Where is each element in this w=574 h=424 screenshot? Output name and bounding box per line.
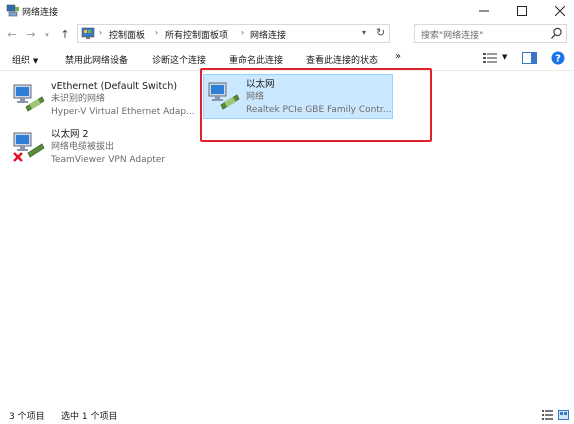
svg-text:?: ? — [555, 54, 561, 65]
forward-arrow-icon[interactable]: → — [24, 26, 38, 42]
breadcrumb-separator-icon: › — [155, 28, 159, 37]
breadcrumb-network-connections[interactable]: 网络连接 — [250, 28, 286, 41]
up-arrow-icon[interactable]: ↑ — [58, 26, 72, 42]
network-adapter-disconnected-icon — [13, 132, 45, 162]
window-title: 网络连接 — [22, 8, 59, 18]
breadcrumb-control-panel[interactable]: 控制面板 — [109, 28, 145, 41]
rename-connection-button[interactable]: 重命名此连接 — [229, 53, 283, 66]
connection-device: TeamViewer VPN Adapter — [51, 155, 166, 165]
connection-device: Realtek PCIe GBE Family Contr... — [246, 105, 392, 115]
connection-item-ethernet[interactable]: 以太网 网络 Realtek PCIe GBE Family Contr... — [203, 74, 393, 119]
recent-locations-chevron-icon[interactable]: ▾ — [42, 27, 52, 43]
connection-item-vethernet[interactable]: vEthernet (Default Switch) 未识别的网络 Hyper-… — [9, 76, 199, 128]
network-connections-icon — [6, 4, 19, 17]
connection-name: vEthernet (Default Switch) — [51, 81, 178, 92]
address-bar[interactable]: › 控制面板 › 所有控制面板项 › 网络连接 ▾ ↻ — [77, 24, 390, 43]
title-bar: 网络连接 — [0, 0, 574, 22]
breadcrumb-all-items[interactable]: 所有控制面板项 — [165, 28, 228, 41]
breadcrumb-separator-icon: › — [99, 28, 103, 37]
connection-device: Hyper-V Virtual Ethernet Adap... — [51, 107, 195, 117]
address-row: ← → ▾ ↑ › 控制面板 › 所有控制面板项 › 网络连接 ▾ ↻ 搜索"网… — [0, 22, 574, 46]
search-input[interactable]: 搜索"网络连接" — [421, 28, 483, 41]
minimize-icon — [479, 10, 489, 12]
network-adapter-icon — [13, 84, 45, 112]
more-commands-icon[interactable]: » — [395, 51, 401, 62]
command-bar: 组织 ▼ 禁用此网络设备 诊断这个连接 重命名此连接 查看此连接的状态 » ▼ … — [0, 46, 574, 71]
disable-device-button[interactable]: 禁用此网络设备 — [65, 53, 128, 66]
refresh-icon[interactable]: ↻ — [376, 26, 385, 39]
maximize-icon — [517, 6, 527, 16]
details-view-icon[interactable] — [542, 410, 553, 420]
large-icons-view-icon[interactable] — [558, 410, 569, 420]
address-dropdown-icon[interactable]: ▾ — [362, 28, 366, 37]
help-icon[interactable]: ? — [551, 51, 565, 65]
view-dropdown-icon[interactable]: ▼ — [502, 53, 507, 61]
view-status-button[interactable]: 查看此连接的状态 — [306, 53, 378, 66]
breadcrumb-separator-icon: › — [241, 28, 245, 37]
close-icon — [555, 6, 565, 16]
connection-text: 以太网 2 网络电缆被拔出 TeamViewer VPN Adapter — [51, 128, 165, 167]
item-count: 3 个项目 — [9, 412, 45, 422]
connection-status: 网络电缆被拔出 — [51, 142, 115, 152]
connection-status: 网络 — [246, 92, 265, 102]
change-view-icon[interactable] — [483, 52, 497, 64]
organize-label: 组织 — [12, 56, 31, 66]
close-button[interactable] — [545, 0, 574, 22]
back-arrow-icon[interactable]: ← — [5, 26, 19, 42]
status-bar: 3 个项目 选中 1 个项目 — [0, 404, 574, 424]
control-panel-icon — [81, 27, 95, 39]
selected-count: 选中 1 个项目 — [61, 412, 118, 422]
connection-item-ethernet-2[interactable]: 以太网 2 网络电缆被拔出 TeamViewer VPN Adapter — [9, 124, 199, 176]
search-icon[interactable] — [550, 27, 563, 40]
chevron-down-icon: ▼ — [32, 57, 39, 65]
connection-name: 以太网 — [246, 79, 275, 90]
connection-text: 以太网 网络 Realtek PCIe GBE Family Contr... — [246, 78, 391, 117]
organize-button[interactable]: 组织 ▼ — [12, 53, 38, 66]
connection-status: 未识别的网络 — [51, 94, 106, 104]
minimize-button[interactable] — [469, 0, 499, 22]
diagnose-connection-button[interactable]: 诊断这个连接 — [152, 53, 206, 66]
connection-name: 以太网 2 — [51, 129, 89, 140]
connection-text: vEthernet (Default Switch) 未识别的网络 Hyper-… — [51, 80, 195, 119]
network-adapter-icon — [208, 82, 240, 110]
maximize-button[interactable] — [507, 0, 537, 22]
preview-pane-icon[interactable] — [522, 52, 537, 64]
search-box[interactable]: 搜索"网络连接" — [414, 24, 567, 43]
